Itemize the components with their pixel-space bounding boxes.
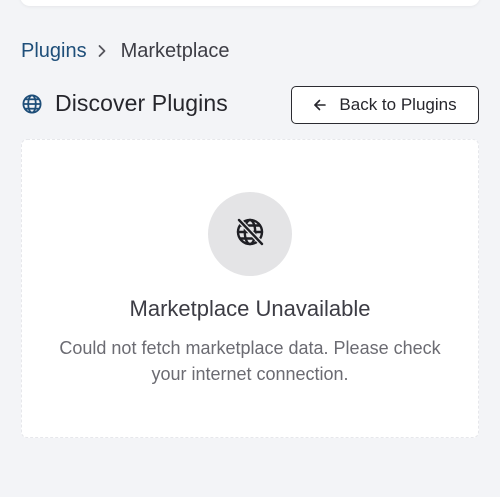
breadcrumb-current: Marketplace xyxy=(120,40,230,62)
top-card xyxy=(20,0,480,6)
title-group: Discover Plugins xyxy=(21,90,228,117)
globe-off-icon xyxy=(234,216,266,253)
chevron-right-icon xyxy=(97,44,107,58)
empty-state-card: Marketplace Unavailable Could not fetch … xyxy=(21,139,479,438)
empty-state-icon-circle xyxy=(208,192,292,276)
empty-state-title: Marketplace Unavailable xyxy=(129,296,371,321)
breadcrumb: Plugins Marketplace xyxy=(21,38,230,64)
breadcrumb-link-plugins[interactable]: Plugins xyxy=(21,38,87,64)
page-header: Discover Plugins Back to Plugins xyxy=(21,86,480,124)
globe-icon xyxy=(21,93,43,115)
back-to-plugins-button[interactable]: Back to Plugins xyxy=(291,86,479,124)
back-button-label: Back to Plugins xyxy=(339,95,457,114)
empty-state-message: Could not fetch marketplace data. Please… xyxy=(59,338,441,384)
arrow-left-icon xyxy=(313,98,327,112)
page-title: Discover Plugins xyxy=(55,90,228,116)
